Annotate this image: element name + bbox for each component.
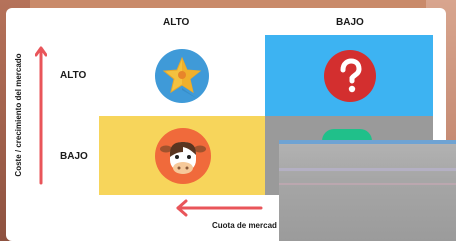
quadrant-star xyxy=(99,35,265,116)
x-axis-label: Cuota de mercad xyxy=(212,221,277,230)
quadrant-cow xyxy=(99,116,265,195)
question-mark-icon xyxy=(324,50,376,102)
y-axis-label: Coste / crecimiento del mercado xyxy=(14,53,23,177)
star-icon xyxy=(155,49,209,103)
overlay-stripe xyxy=(279,140,456,144)
overlay-stripe xyxy=(279,183,456,185)
quadrant-question xyxy=(265,35,433,116)
cow-icon xyxy=(155,128,211,184)
column-header-low: BAJO xyxy=(336,17,364,28)
row-header-low: BAJO xyxy=(60,151,88,162)
occluding-overlay xyxy=(279,140,456,241)
x-axis-arrow xyxy=(176,199,263,217)
overlay-stripe xyxy=(279,168,456,171)
row-header-high: ALTO xyxy=(60,70,87,81)
column-header-high: ALTO xyxy=(163,17,190,28)
y-axis-arrow xyxy=(35,46,47,185)
